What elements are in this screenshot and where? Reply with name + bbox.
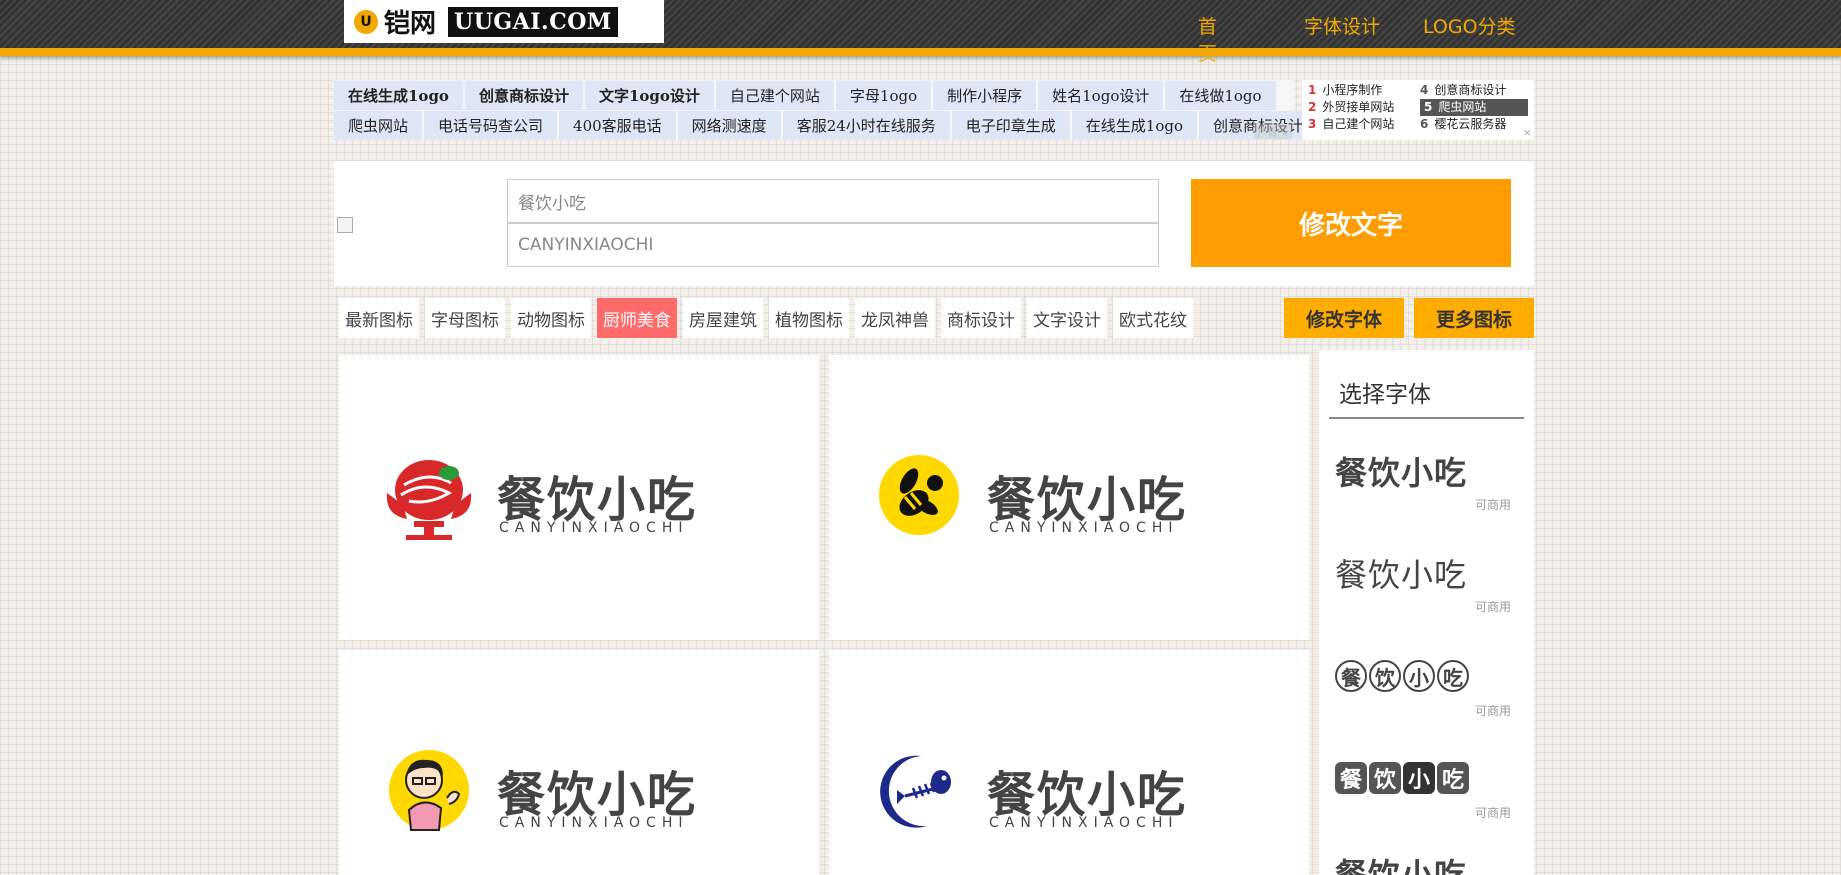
- tab-category[interactable]: 房屋建筑: [683, 298, 763, 338]
- logo-cn-text: 铠网: [384, 9, 437, 39]
- license-label: 可商用: [1475, 806, 1512, 820]
- bee-on-yellow-circle-icon: [879, 455, 959, 535]
- ranking-item[interactable]: 2 外贸接单网站: [1308, 99, 1394, 116]
- ad-link[interactable]: 在线生成1ogo: [334, 80, 463, 110]
- ranking-item[interactable]: 3 自己建个网站: [1308, 116, 1394, 133]
- change-font-button[interactable]: 修改字体: [1284, 298, 1404, 338]
- logo-text-en: CANYINXIAOCHI: [499, 815, 689, 831]
- license-label: 可商用: [1475, 498, 1512, 512]
- category-tabs: 最新图标 字母图标 动物图标 厨师美食 房屋建筑 植物图标 龙凤神兽 商标设计 文字设计 欧式花纹: [339, 298, 1199, 338]
- tab-category[interactable]: 厨师美食: [597, 298, 677, 338]
- font-option[interactable]: 餐饮小吃 可商用: [1335, 762, 1511, 820]
- site-logo[interactable]: U 铠网 UUGAI.COM: [344, 0, 664, 43]
- font-sample: 餐饮小吃: [1335, 556, 1468, 594]
- font-sample: 餐饮小吃: [1335, 454, 1468, 492]
- ad-link[interactable]: 400客服电话: [559, 110, 676, 140]
- nav-logo-category[interactable]: LOGO分类: [1423, 12, 1516, 39]
- ad-link[interactable]: 创意商标设计: [464, 80, 583, 110]
- broken-image-icon: [337, 217, 353, 233]
- ad-link[interactable]: 电话号码查公司: [424, 110, 558, 140]
- logo-en-text: UUGAI.COM: [448, 6, 618, 37]
- fish-bone-moon-icon: [880, 755, 951, 828]
- license-label: 可商用: [1475, 704, 1512, 718]
- tab-category[interactable]: 商标设计: [941, 298, 1021, 338]
- ad-link[interactable]: 字母1ogo: [835, 80, 932, 110]
- font-option[interactable]: 餐饮小吃 可商用: [1335, 550, 1511, 614]
- tab-category[interactable]: 植物图标: [769, 298, 849, 338]
- font-option[interactable]: 餐饮小吃 可商用: [1335, 448, 1511, 512]
- link-ad-bar: 在线生成1ogo 创意商标设计 文字1ogo设计 自己建个网站 字母1ogo 制作小程序姓…: [334, 80, 1318, 140]
- divider: [1329, 417, 1524, 419]
- ranking-item[interactable]: 6 樱花云服务器: [1420, 116, 1506, 133]
- ad-link[interactable]: 客服24小时在线服务: [782, 110, 950, 140]
- font-option[interactable]: 餐饮小吃 可商用: [1335, 660, 1511, 718]
- font-selector-title: 选择字体: [1339, 382, 1431, 408]
- chinese-text-input[interactable]: 餐饮小吃: [507, 179, 1159, 223]
- tab-category[interactable]: 动物图标: [511, 298, 591, 338]
- link-row-1: 在线生成1ogo 创意商标设计 文字1ogo设计 自己建个网站 字母1ogo 制作小程序姓…: [334, 80, 1294, 110]
- logo-text-en: CANYINXIAOCHI: [989, 520, 1179, 536]
- tab-category[interactable]: 龙凤神兽: [855, 298, 935, 338]
- license-label: 可商用: [1475, 600, 1512, 614]
- site-header: U 铠网 UUGAI.COM 首页 字体设计 LOGO分类: [0, 0, 1841, 65]
- font-option[interactable]: 餐饮小吃: [1335, 850, 1467, 875]
- ad-link[interactable]: 在线做1ogo: [1165, 80, 1276, 110]
- close-icon[interactable]: ×: [1523, 126, 1532, 139]
- tab-category[interactable]: 字母图标: [425, 298, 505, 338]
- logo-text-en: CANYINXIAOCHI: [499, 520, 689, 536]
- cartoon-boy-waving-icon: [389, 750, 469, 831]
- ad-link[interactable]: 网络测速度: [677, 110, 781, 140]
- nav-home[interactable]: 首页: [1198, 12, 1217, 66]
- font-sample: 餐饮小吃: [1335, 660, 1471, 692]
- font-selector: 选择字体 餐饮小吃 可商用 餐饮小吃 可商用 餐饮小吃 可商用 餐饮小吃 可商用…: [1319, 350, 1534, 875]
- text-edit-panel: 餐饮小吃 CANYINXIAOCHI 修改文字: [334, 161, 1534, 286]
- logo-mark-icon: U: [354, 9, 378, 34]
- logo-text-en: CANYINXIAOCHI: [989, 815, 1179, 831]
- more-icons-button[interactable]: 更多图标: [1414, 298, 1534, 338]
- ad-link[interactable]: 爬虫网站: [334, 110, 423, 140]
- logo-card[interactable]: 餐饮小吃 CANYINXIAOCHI: [829, 355, 1309, 640]
- tab-category[interactable]: 文字设计: [1027, 298, 1107, 338]
- ad-link[interactable]: 电子印章生成: [951, 110, 1070, 140]
- logo-card[interactable]: 餐饮小吃 CANYINXIAOCHI: [339, 650, 819, 875]
- tab-category[interactable]: 欧式花纹: [1113, 298, 1193, 338]
- red-bowl-hands-icon: [386, 460, 472, 540]
- logo-card[interactable]: 餐饮小吃 CANYINXIAOCHI: [829, 650, 1309, 875]
- edit-text-button[interactable]: 修改文字: [1191, 179, 1511, 267]
- english-text-input[interactable]: CANYINXIAOCHI: [507, 223, 1159, 267]
- tab-category[interactable]: 最新图标: [339, 298, 419, 338]
- ad-link[interactable]: 文字1ogo设计: [584, 80, 714, 110]
- ad-link[interactable]: 姓名1ogo设计: [1038, 80, 1164, 110]
- ranking-ad-box: × 1 小程序制作 2 外贸接单网站 3 自己建个网站 4 创意商标设计 5 爬虫网站 6 樱花云服务…: [1302, 80, 1534, 140]
- font-sample: 餐饮小吃: [1335, 762, 1471, 794]
- ranking-item[interactable]: 4 创意商标设计: [1420, 82, 1506, 99]
- ad-close-tag[interactable]: 广告 ×: [1254, 124, 1292, 139]
- logo-card[interactable]: 餐饮小吃 CANYINXIAOCHI: [339, 355, 819, 640]
- ad-link[interactable]: 自己建个网站: [715, 80, 834, 110]
- ad-link[interactable]: 制作小程序: [933, 80, 1037, 110]
- ad-link[interactable]: 在线生成1ogo: [1071, 110, 1198, 140]
- ranking-item[interactable]: 1 小程序制作: [1308, 82, 1382, 99]
- ranking-item[interactable]: 5 爬虫网站: [1420, 99, 1528, 116]
- link-row-2: 爬虫网站 电话号码查公司 400客服电话 网络测速度 客服24小时在线服务 电子印章生成在…: [334, 110, 1318, 140]
- nav-font-design[interactable]: 字体设计: [1304, 12, 1380, 39]
- font-sample: 餐饮小吃: [1335, 856, 1468, 875]
